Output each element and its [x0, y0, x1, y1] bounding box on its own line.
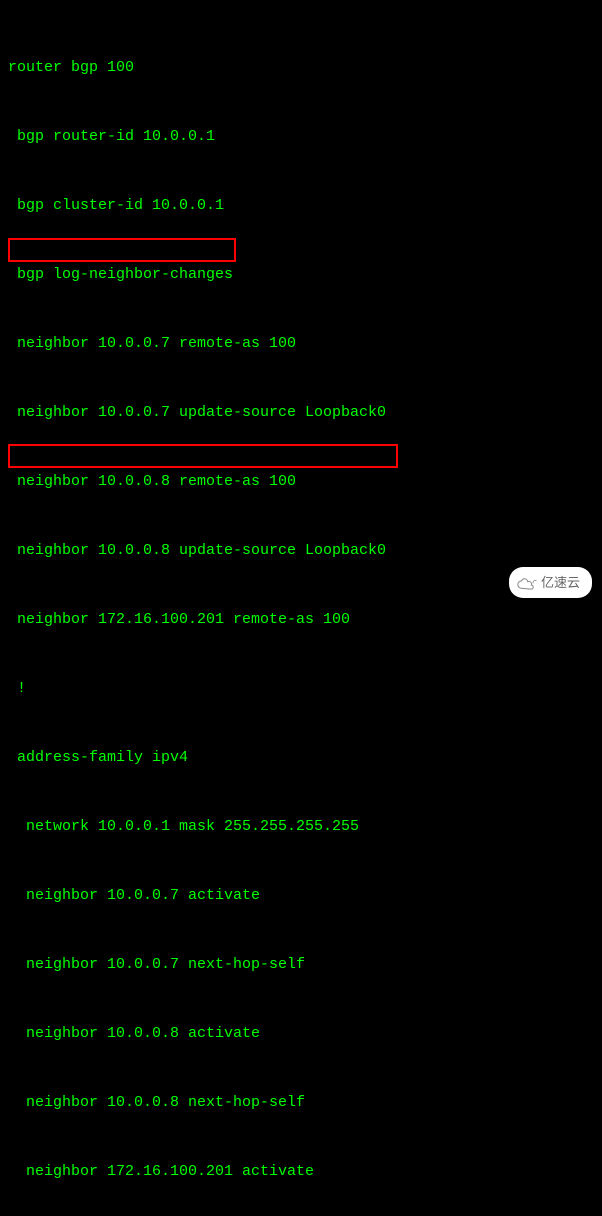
- config-line: bgp router-id 10.0.0.1: [8, 125, 594, 148]
- config-line: address-family ipv4: [8, 746, 594, 769]
- config-line: neighbor 172.16.100.201 activate: [8, 1160, 594, 1183]
- terminal-output: router bgp 100 bgp router-id 10.0.0.1 bg…: [8, 10, 594, 1216]
- config-line: neighbor 10.0.0.7 remote-as 100: [8, 332, 594, 355]
- watermark-badge: 亿速云: [509, 567, 592, 598]
- config-line: bgp cluster-id 10.0.0.1: [8, 194, 594, 217]
- config-line: neighbor 10.0.0.8 remote-as 100: [8, 470, 594, 493]
- config-line: neighbor 10.0.0.8 next-hop-self: [8, 1091, 594, 1114]
- config-line: neighbor 172.16.100.201 remote-as 100: [8, 608, 594, 631]
- config-line: neighbor 10.0.0.8 update-source Loopback…: [8, 539, 594, 562]
- config-line: neighbor 10.0.0.7 next-hop-self: [8, 953, 594, 976]
- cloud-icon: [517, 576, 537, 590]
- config-line: router bgp 100: [8, 56, 594, 79]
- watermark-text: 亿速云: [541, 571, 580, 594]
- config-line: bgp log-neighbor-changes: [8, 263, 594, 286]
- config-line: !: [8, 677, 594, 700]
- config-line: neighbor 10.0.0.7 activate: [8, 884, 594, 907]
- config-line: neighbor 10.0.0.7 update-source Loopback…: [8, 401, 594, 424]
- config-line: network 10.0.0.1 mask 255.255.255.255: [8, 815, 594, 838]
- config-line: neighbor 10.0.0.8 activate: [8, 1022, 594, 1045]
